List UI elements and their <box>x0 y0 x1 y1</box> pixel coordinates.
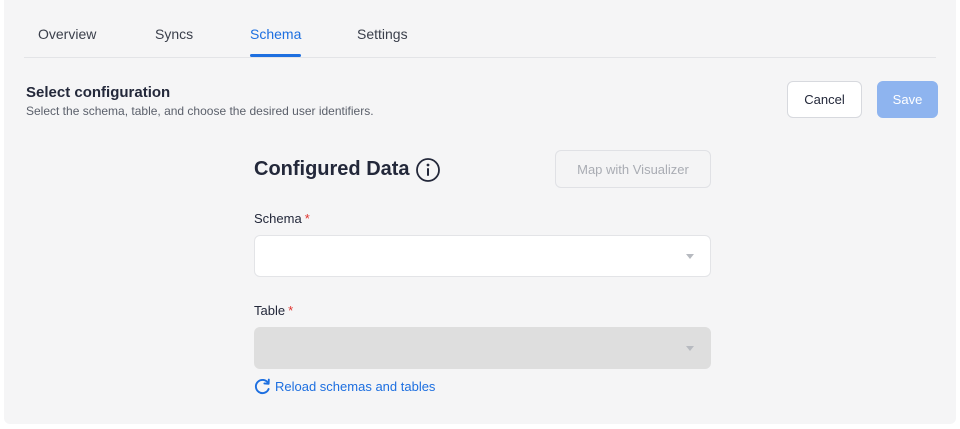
table-label: Table * <box>254 303 293 318</box>
tab-overview[interactable]: Overview <box>38 26 96 42</box>
section-subtitle: Select the schema, table, and choose the… <box>26 104 374 118</box>
tab-bar: Overview Syncs Schema Settings <box>24 0 936 58</box>
required-asterisk: * <box>288 303 294 318</box>
required-asterisk: * <box>304 211 310 226</box>
reload-schemas-link[interactable]: Reload schemas and tables <box>254 378 435 395</box>
chevron-down-icon <box>686 254 694 259</box>
schema-label-text: Schema <box>254 211 302 226</box>
tab-settings[interactable]: Settings <box>357 26 408 42</box>
table-select[interactable] <box>254 327 711 369</box>
chevron-down-icon <box>686 346 694 351</box>
map-with-visualizer-button[interactable]: Map with Visualizer <box>555 150 711 188</box>
page-frame: Overview Syncs Schema Settings Select co… <box>4 0 956 424</box>
schema-label: Schema * <box>254 211 310 226</box>
schema-select[interactable] <box>254 235 711 277</box>
info-icon[interactable] <box>415 157 441 183</box>
reload-label: Reload schemas and tables <box>275 379 436 394</box>
cancel-button[interactable]: Cancel <box>787 81 862 118</box>
table-label-text: Table <box>254 303 286 318</box>
tab-syncs[interactable]: Syncs <box>155 26 193 42</box>
active-tab-indicator <box>250 54 301 57</box>
tab-schema[interactable]: Schema <box>250 26 301 42</box>
save-button[interactable]: Save <box>877 81 938 118</box>
section-title: Select configuration <box>26 84 171 101</box>
refresh-icon <box>254 378 270 395</box>
configured-data-title: Configured Data <box>254 158 410 180</box>
